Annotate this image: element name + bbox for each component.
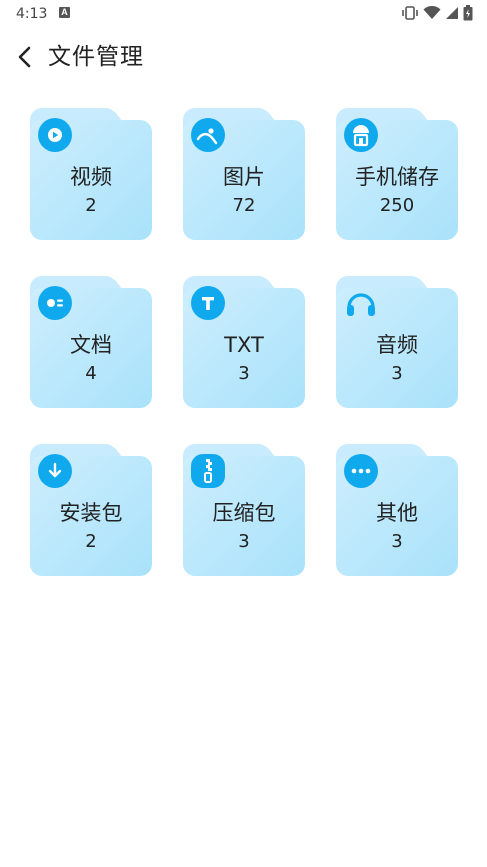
category-label: 视频 xyxy=(70,165,112,189)
category-count: 2 xyxy=(85,195,97,216)
category-label: 其他 xyxy=(376,501,418,525)
category-count: 3 xyxy=(238,531,250,552)
category-label: 安装包 xyxy=(59,501,123,525)
category-card-images[interactable]: 图片 72 xyxy=(183,108,305,240)
category-card-txt[interactable]: TXT 3 xyxy=(183,276,305,408)
more-icon xyxy=(344,454,378,488)
headphones-icon xyxy=(344,286,378,320)
category-card-apk[interactable]: 安装包 2 xyxy=(30,444,152,576)
category-card-other[interactable]: 其他 3 xyxy=(336,444,458,576)
category-card-video[interactable]: 视频 2 xyxy=(30,108,152,240)
video-play-icon xyxy=(38,118,72,152)
category-count: 250 xyxy=(379,195,415,216)
category-count: 3 xyxy=(391,363,403,384)
category-label: 手机储存 xyxy=(355,165,439,189)
category-count: 3 xyxy=(391,531,403,552)
category-count: 72 xyxy=(232,195,256,216)
txt-icon xyxy=(191,286,225,320)
category-label: 图片 xyxy=(223,165,265,189)
zip-icon xyxy=(191,454,225,488)
storage-icon xyxy=(344,118,378,152)
category-label: 文档 xyxy=(70,333,112,357)
category-count: 2 xyxy=(85,531,97,552)
category-count: 3 xyxy=(238,363,250,384)
category-label: 压缩包 xyxy=(212,501,276,525)
category-card-storage[interactable]: 手机储存 250 xyxy=(336,108,458,240)
download-icon xyxy=(38,454,72,488)
category-count: 4 xyxy=(85,363,97,384)
category-label: 音频 xyxy=(376,333,418,357)
category-card-audio[interactable]: 音频 3 xyxy=(336,276,458,408)
category-card-documents[interactable]: 文档 4 xyxy=(30,276,152,408)
document-icon xyxy=(38,286,72,320)
category-card-archive[interactable]: 压缩包 3 xyxy=(183,444,305,576)
image-icon xyxy=(191,118,225,152)
category-label: TXT xyxy=(224,333,264,357)
category-grid: 视频 2 图片 72 手机储存 250 文档 4 TXT 3 音频 3 安装包 … xyxy=(0,0,487,867)
